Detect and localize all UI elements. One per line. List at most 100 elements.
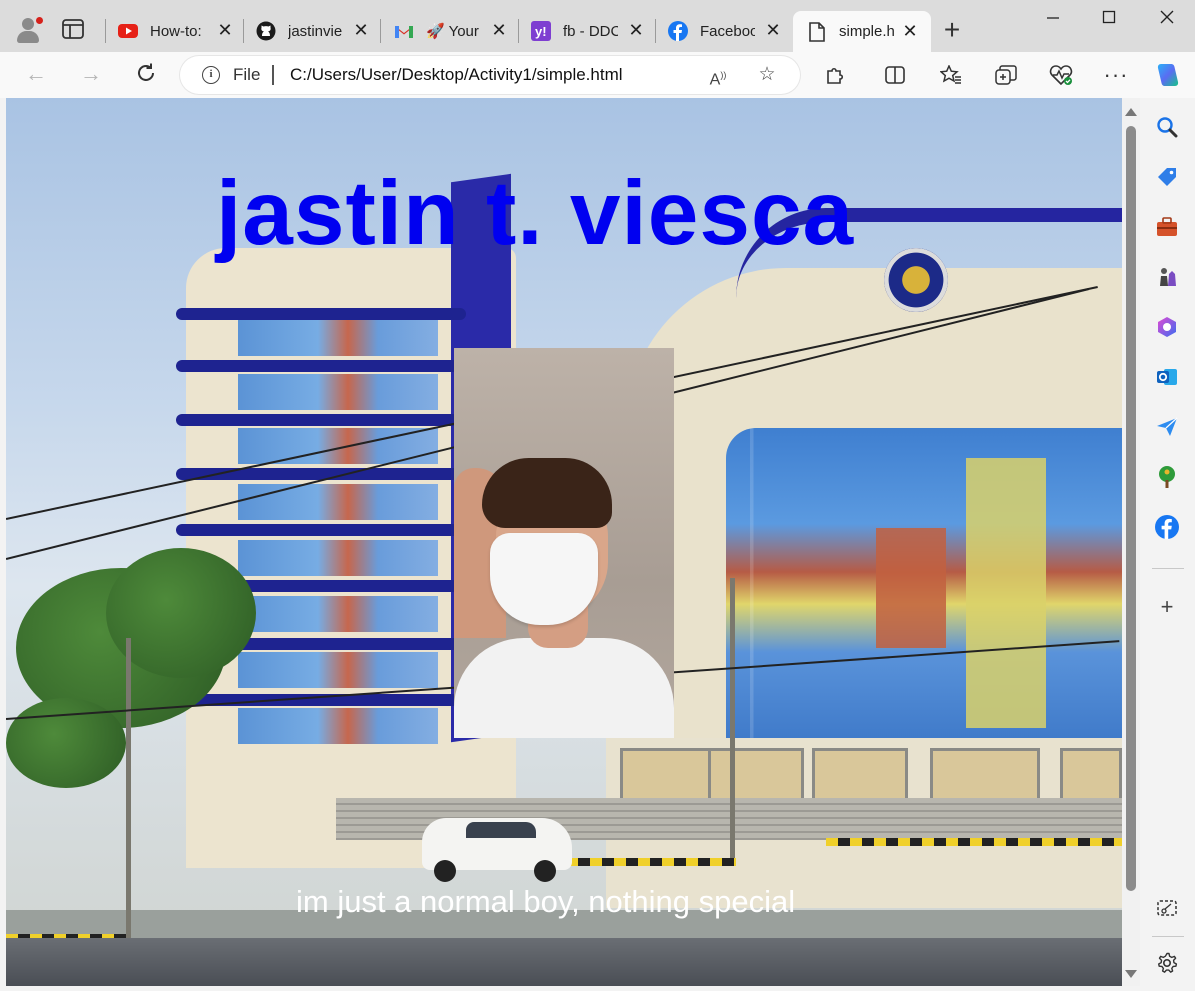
tab-facebook[interactable]: Faceboo ✕: [668, 15, 782, 47]
tools-briefcase-icon[interactable]: [1154, 214, 1180, 240]
microsoft-365-icon[interactable]: [1154, 314, 1180, 340]
close-tab-icon[interactable]: ✕: [352, 21, 370, 39]
tab-strip: How-to: ✕ jastinvie ✕ 🚀 Your ✕ y! fb - D…: [0, 0, 1195, 52]
vertical-scrollbar[interactable]: [1122, 98, 1140, 986]
glass-panel: [966, 458, 1046, 728]
search-icon[interactable]: [1154, 114, 1180, 140]
scroll-down-arrow-icon[interactable]: [1125, 970, 1137, 978]
gmail-icon: [394, 21, 414, 41]
collections-icon[interactable]: [993, 62, 1019, 88]
address-url[interactable]: C:/Users/User/Desktop/Activity1/simple.h…: [290, 65, 623, 85]
close-tab-icon[interactable]: ✕: [490, 21, 508, 39]
page-title: jastin t. viesca: [216, 163, 855, 264]
maximize-icon[interactable]: [1097, 10, 1121, 32]
info-icon[interactable]: i: [202, 66, 220, 84]
sidebar-separator: [1152, 936, 1184, 937]
screenshot-capture-icon[interactable]: [1154, 896, 1180, 922]
tab-yahoo[interactable]: y! fb - DDC ✕: [531, 15, 645, 47]
tab-separator: [243, 19, 244, 43]
browser-essentials-icon[interactable]: [1048, 62, 1074, 88]
window-row: [238, 374, 438, 410]
add-sidebar-app-icon[interactable]: +: [1154, 594, 1180, 620]
new-tab-button[interactable]: +: [940, 16, 964, 44]
shopfront: [812, 748, 908, 804]
address-scheme-label: File: [233, 65, 261, 84]
floor-band: [176, 308, 466, 320]
tab-separator: [380, 19, 381, 43]
edge-sidebar: +: [1140, 98, 1195, 991]
svg-text:y!: y!: [535, 24, 547, 39]
youtube-icon: [118, 21, 138, 41]
extensions-icon[interactable]: [822, 62, 848, 88]
github-icon: [256, 21, 276, 41]
address-bar[interactable]: i File C:/Users/User/Desktop/Activity1/s…: [180, 56, 800, 94]
profile-avatar-icon[interactable]: [14, 16, 44, 44]
tab-separator: [518, 19, 519, 43]
shopfront: [1060, 748, 1122, 804]
tab-youtube[interactable]: How-to: ✕: [118, 15, 234, 47]
tab-label: Faceboo: [700, 22, 755, 40]
read-aloud-icon[interactable]: A)): [707, 64, 729, 88]
curb-stripes: [566, 858, 736, 866]
more-options-icon[interactable]: ···: [1103, 62, 1129, 88]
forward-arrow-icon[interactable]: →: [78, 62, 104, 88]
back-arrow-icon[interactable]: ←: [23, 62, 49, 88]
shopfront: [620, 748, 716, 804]
games-chess-icon[interactable]: [1154, 264, 1180, 290]
favorites-icon[interactable]: [938, 62, 964, 88]
address-separator: [272, 65, 274, 85]
tab-gmail[interactable]: 🚀 Your ✕: [394, 15, 508, 47]
scroll-up-arrow-icon[interactable]: [1125, 108, 1137, 116]
taxi-wheel: [534, 860, 556, 882]
tab-separator: [655, 19, 656, 43]
close-tab-icon[interactable]: ✕: [627, 21, 645, 39]
taxi-window: [466, 822, 536, 838]
document-icon: [807, 21, 827, 42]
taxi-wheel: [434, 860, 456, 882]
utility-pole: [126, 638, 131, 938]
window-row: [238, 652, 438, 688]
facebook-icon[interactable]: [1154, 514, 1180, 540]
tab-label: simple.h: [839, 23, 894, 40]
drop-send-icon[interactable]: [1154, 414, 1180, 440]
refresh-icon[interactable]: [133, 62, 159, 88]
outlook-icon[interactable]: [1154, 364, 1180, 390]
tab-label: fb - DDC: [563, 22, 618, 40]
close-window-icon[interactable]: [1155, 10, 1179, 32]
close-tab-icon[interactable]: ✕: [764, 21, 782, 39]
close-tab-icon[interactable]: ✕: [216, 21, 234, 39]
window-row: [238, 596, 438, 632]
split-screen-icon[interactable]: [882, 62, 908, 88]
settings-gear-icon[interactable]: [1154, 950, 1180, 976]
utility-pole: [730, 578, 735, 858]
tab-separator: [105, 19, 106, 43]
tab-github[interactable]: jastinvie ✕: [256, 15, 370, 47]
floor-band: [176, 524, 466, 536]
profile-photo: [454, 348, 674, 738]
page-viewport: jastin t. viesca im just a normal boy, n…: [6, 98, 1122, 986]
page-caption: im just a normal boy, nothing special: [296, 884, 796, 919]
close-tab-icon[interactable]: ✕: [901, 22, 919, 40]
glass-panel: [876, 528, 946, 648]
tree-icon[interactable]: [1154, 464, 1180, 490]
tab-simple-html[interactable]: simple.h ✕: [793, 11, 931, 52]
window-row: [238, 320, 438, 356]
copilot-icon[interactable]: [1153, 62, 1183, 88]
tab-label: How-to:: [150, 22, 202, 40]
window-row: [238, 540, 438, 576]
window-row: [238, 484, 438, 520]
vertical-tabs-icon[interactable]: [62, 19, 90, 43]
scroll-thumb[interactable]: [1126, 126, 1136, 891]
floor-band: [176, 414, 466, 426]
window-row: [238, 708, 438, 744]
browser-toolbar: ← → i File C:/Users/User/Desktop/Activit…: [0, 52, 1195, 98]
curb-stripes: [826, 838, 1122, 846]
tab-label: jastinvie: [288, 22, 343, 40]
tab-label: 🚀 Your: [426, 23, 479, 40]
floor-band: [176, 360, 466, 372]
favorite-star-icon[interactable]: ☆: [756, 64, 778, 86]
shopping-tag-icon[interactable]: [1154, 164, 1180, 190]
facebook-icon: [668, 21, 688, 41]
road: [6, 938, 1122, 986]
minimize-icon[interactable]: [1041, 10, 1065, 32]
